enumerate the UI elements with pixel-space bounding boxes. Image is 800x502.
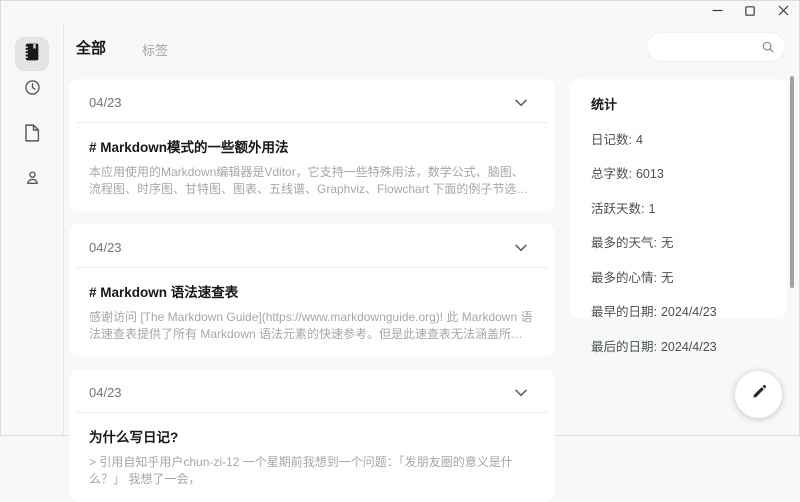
entry-excerpt: > 引用自知乎用户chun-zi-12 一个星期前我想到一个问题：「发朋友圈的意…	[89, 454, 535, 488]
entry-excerpt: 感谢访问 [The Markdown Guide](https://www.ma…	[89, 309, 535, 343]
close-icon	[778, 3, 789, 21]
entry-title: 为什么写日记?	[89, 426, 535, 446]
divider	[77, 267, 547, 268]
entry-date: 04/23	[89, 240, 122, 255]
document-icon	[24, 124, 40, 147]
tab-tags[interactable]: 标签	[142, 40, 168, 59]
sidebar-item-diary[interactable]	[15, 37, 49, 71]
stats-panel: 统计 日记数:4 总字数:6013 活跃天数:1 最多的天气:无 最多的心情:无…	[569, 79, 787, 318]
minimize-button[interactable]	[709, 4, 725, 20]
tab-all[interactable]: 全部	[76, 37, 106, 58]
entry-title: # Markdown 语法速查表	[89, 281, 535, 301]
sidebar-item-history[interactable]	[15, 73, 49, 107]
stats-title: 统计	[591, 94, 765, 113]
search-box	[647, 33, 785, 61]
entry-card[interactable]: 04/23 # Markdown模式的一些额外用法 本应用使用的Markdown…	[69, 79, 555, 212]
close-button[interactable]	[775, 4, 791, 20]
sidebar-item-documents[interactable]	[15, 118, 49, 152]
entry-date: 04/23	[89, 385, 122, 400]
entry-date: 04/23	[89, 95, 122, 110]
user-icon	[24, 169, 41, 191]
stat-active-days: 活跃天数:1	[591, 198, 765, 217]
entry-card[interactable]: 04/23 # Markdown 语法速查表 感谢访问 [The Markdow…	[69, 224, 555, 357]
entry-title: # Markdown模式的一些额外用法	[89, 136, 535, 156]
divider	[77, 412, 547, 413]
new-entry-button[interactable]	[735, 371, 782, 418]
maximize-icon	[745, 3, 755, 21]
maximize-button[interactable]	[742, 4, 758, 20]
titlebar	[1, 1, 799, 23]
stat-top-weather: 最多的天气:无	[591, 232, 765, 251]
journal-icon	[22, 42, 42, 67]
pen-icon	[750, 383, 768, 406]
sidebar	[1, 23, 64, 435]
stat-earliest-date: 最早的日期:2024/4/23	[591, 301, 765, 320]
minimize-icon	[712, 3, 723, 21]
divider	[77, 122, 547, 123]
entry-excerpt: 本应用使用的Markdown编辑器是Vditor，它支持一些特殊用法，数学公式、…	[89, 164, 535, 198]
chevron-down-icon[interactable]	[515, 389, 527, 397]
sidebar-item-profile[interactable]	[15, 163, 49, 197]
stat-diary-count: 日记数:4	[591, 129, 765, 148]
window-controls	[709, 4, 791, 20]
search-icon[interactable]	[761, 40, 775, 54]
stat-latest-date: 最后的日期:2024/4/23	[591, 336, 765, 355]
chevron-down-icon[interactable]	[515, 99, 527, 107]
chevron-down-icon[interactable]	[515, 244, 527, 252]
search-input[interactable]	[647, 40, 761, 54]
entry-list: 04/23 # Markdown模式的一些额外用法 本应用使用的Markdown…	[69, 79, 555, 502]
stat-word-count: 总字数:6013	[591, 163, 765, 182]
scrollbar-thumb[interactable]	[790, 76, 794, 288]
stat-top-mood: 最多的心情:无	[591, 267, 765, 286]
clock-icon	[24, 79, 41, 101]
